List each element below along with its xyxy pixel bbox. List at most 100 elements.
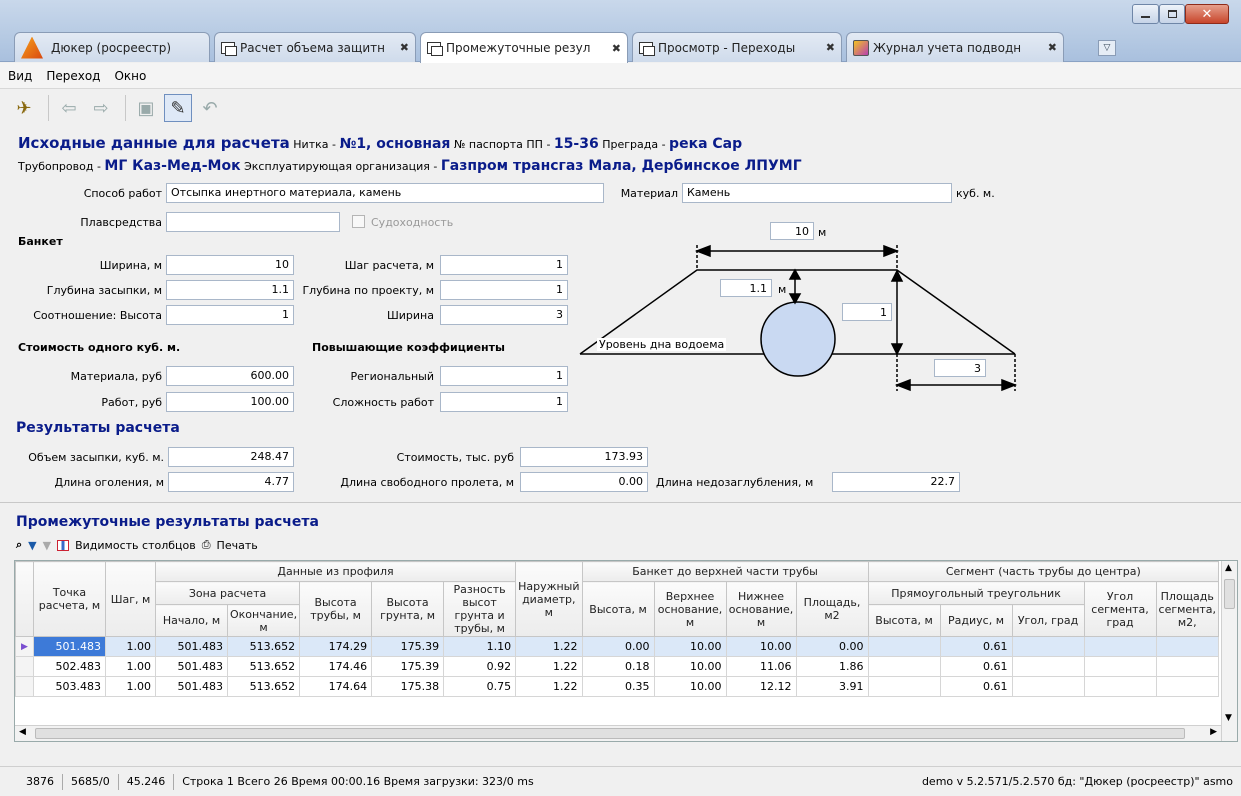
ratio-width-field[interactable]: 3 <box>440 305 568 325</box>
table-cell[interactable]: 1.22 <box>515 676 583 697</box>
forward-button[interactable]: ⇨ <box>87 94 115 122</box>
close-tab-icon[interactable]: ✖ <box>396 41 409 54</box>
exposure-field[interactable]: 4.77 <box>168 472 294 492</box>
table-cell[interactable]: 12.12 <box>725 676 797 697</box>
results-grid[interactable]: Точка расчета, м Шаг, м Данные из профил… <box>14 560 1238 742</box>
minimize-button[interactable] <box>1132 4 1159 24</box>
diagram-depth-field[interactable]: 1.1 <box>720 279 772 297</box>
row-indicator[interactable] <box>15 656 34 677</box>
table-cell[interactable]: 501.483 <box>33 636 106 657</box>
material-field[interactable]: Камень <box>682 183 952 203</box>
mat-cost-field[interactable]: 600.00 <box>166 366 294 386</box>
table-cell[interactable] <box>867 676 941 697</box>
col-segment-angle[interactable]: Угол сегмента, град <box>1083 581 1157 637</box>
table-cell[interactable]: 513.652 <box>226 636 301 657</box>
table-cell[interactable]: 0.00 <box>581 636 655 657</box>
scroll-thumb[interactable] <box>35 728 1185 739</box>
table-cell[interactable]: 1.00 <box>105 636 156 657</box>
col-triangle-radius[interactable]: Радиус, м <box>939 604 1013 637</box>
col-triangle-height[interactable]: Высота, м <box>867 604 941 637</box>
table-cell[interactable]: 175.38 <box>371 676 445 697</box>
col-pipe-height[interactable]: Высота трубы, м <box>299 581 373 637</box>
table-row[interactable]: 503.483 1.00 501.483 513.652 174.64 175.38 0.7… <box>15 676 1220 697</box>
splitter[interactable] <box>0 502 1241 505</box>
column-visibility-button[interactable]: Видимость столбцов <box>75 539 196 552</box>
col-zone-end[interactable]: Окончание, м <box>226 604 301 637</box>
edit-button[interactable]: ✎ <box>164 94 192 122</box>
row-indicator[interactable] <box>15 676 34 697</box>
tab-list-dropdown[interactable]: ▽ <box>1098 40 1116 56</box>
tab-journal[interactable]: Журнал учета подводн ✖ <box>846 32 1064 62</box>
save-button[interactable]: ▣ <box>132 94 160 122</box>
table-cell[interactable]: 0.35 <box>581 676 655 697</box>
scroll-up-icon[interactable]: ▲ <box>1225 563 1232 573</box>
table-cell[interactable]: 501.483 <box>155 656 228 677</box>
table-cell[interactable]: 10.00 <box>653 656 727 677</box>
table-cell[interactable]: 1.00 <box>105 656 156 677</box>
table-cell[interactable]: 503.483 <box>33 676 106 697</box>
table-cell[interactable] <box>1155 656 1220 677</box>
table-cell[interactable] <box>1083 636 1157 657</box>
maximize-button[interactable] <box>1159 4 1185 24</box>
back-button[interactable]: ⇦ <box>55 94 83 122</box>
table-cell[interactable]: 0.61 <box>939 636 1013 657</box>
regional-field[interactable]: 1 <box>440 366 568 386</box>
diagram-height-field[interactable]: 1 <box>842 303 892 321</box>
table-cell[interactable]: 501.483 <box>155 636 228 657</box>
design-depth-field[interactable]: 1 <box>440 280 568 300</box>
col-point[interactable]: Точка расчета, м <box>33 561 106 637</box>
vessel-field[interactable] <box>166 212 340 232</box>
table-cell[interactable]: 174.46 <box>299 656 373 677</box>
close-window-button[interactable]: ✕ <box>1185 4 1229 24</box>
table-cell[interactable]: 513.652 <box>226 676 301 697</box>
col-step[interactable]: Шаг, м <box>105 561 156 637</box>
table-cell[interactable] <box>1011 636 1085 657</box>
vertical-scrollbar[interactable]: ▲ ▼ <box>1221 561 1237 741</box>
search-map-button[interactable]: ✈ <box>10 94 38 122</box>
col-banket-height[interactable]: Высота, м <box>581 581 655 637</box>
diagram-slope-field[interactable]: 3 <box>934 359 986 377</box>
table-cell[interactable] <box>1083 656 1157 677</box>
table-cell[interactable]: 175.39 <box>371 636 445 657</box>
col-segment-area[interactable]: Площадь сегмента, м2, <box>1155 581 1220 637</box>
table-cell[interactable]: 1.10 <box>443 636 517 657</box>
scroll-thumb[interactable] <box>1224 579 1235 609</box>
table-cell[interactable]: 10.00 <box>653 676 727 697</box>
col-diameter[interactable]: Наружный диаметр, м <box>515 561 583 637</box>
print-button[interactable]: Печать <box>217 539 258 552</box>
table-cell[interactable] <box>1155 676 1220 697</box>
table-cell[interactable]: 513.652 <box>226 656 301 677</box>
table-row[interactable]: 502.483 1.00 501.483 513.652 174.46 175.39 0.9… <box>15 656 1220 677</box>
undo-button[interactable]: ↶ <box>196 94 224 122</box>
table-cell[interactable] <box>867 636 941 657</box>
filter-icon[interactable]: ▼ <box>28 539 36 552</box>
table-cell[interactable]: 10.00 <box>653 636 727 657</box>
table-cell[interactable] <box>1011 676 1085 697</box>
close-tab-icon[interactable]: ✖ <box>608 42 621 55</box>
scroll-left-icon[interactable]: ◀ <box>19 727 26 737</box>
table-cell[interactable]: 174.29 <box>299 636 373 657</box>
table-cell[interactable]: 11.06 <box>725 656 797 677</box>
binoculars-icon[interactable]: ⌕ <box>16 538 22 552</box>
table-cell[interactable] <box>1155 636 1220 657</box>
span-field[interactable]: 0.00 <box>520 472 648 492</box>
table-cell[interactable]: 1.22 <box>515 636 583 657</box>
close-tab-icon[interactable]: ✖ <box>822 41 835 54</box>
col-zone-start[interactable]: Начало, м <box>155 604 228 637</box>
table-row[interactable]: ▶ 501.483 1.00 501.483 513.652 174.29 175.39 1.… <box>15 636 1220 657</box>
scroll-right-icon[interactable]: ▶ <box>1210 727 1217 737</box>
table-cell[interactable]: 1.00 <box>105 676 156 697</box>
table-cell[interactable]: 174.64 <box>299 676 373 697</box>
shallow-field[interactable]: 22.7 <box>832 472 960 492</box>
width-field[interactable]: 10 <box>166 255 294 275</box>
col-banket-top[interactable]: Верхнее основание, м <box>653 581 727 637</box>
tab-intermediate[interactable]: Промежуточные резул ✖ <box>420 32 628 63</box>
menu-window[interactable]: Окно <box>114 69 146 83</box>
tab-transitions[interactable]: Просмотр - Переходы ✖ <box>632 32 842 62</box>
navigable-checkbox[interactable] <box>352 215 365 228</box>
table-cell[interactable]: 0.61 <box>939 656 1013 677</box>
current-row-indicator-icon[interactable]: ▶ <box>15 636 34 657</box>
table-cell[interactable]: 0.18 <box>581 656 655 677</box>
col-ground-height[interactable]: Высота грунта, м <box>371 581 445 637</box>
menu-go[interactable]: Переход <box>46 69 100 83</box>
